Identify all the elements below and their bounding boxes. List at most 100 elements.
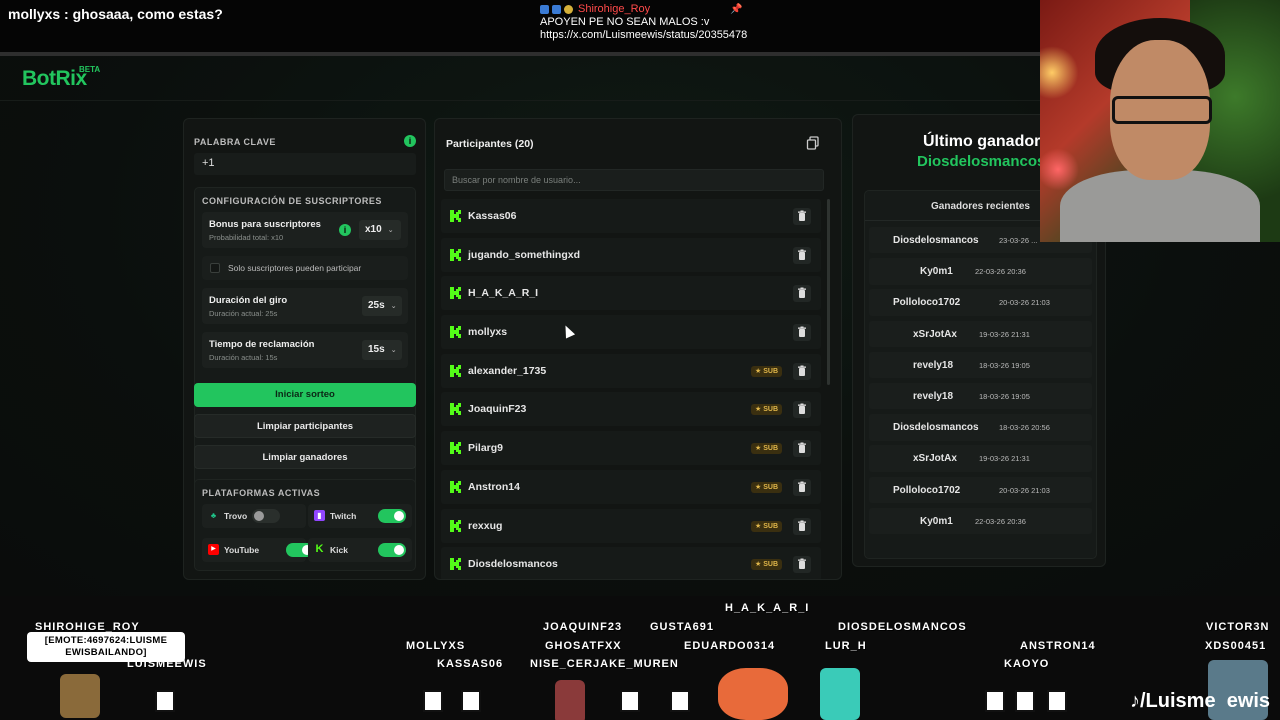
platform-label: Kick xyxy=(330,545,348,555)
spin-value: 25s xyxy=(368,300,385,311)
participant-row[interactable]: Diosdelosmancos ★ SUB xyxy=(441,547,821,579)
avatar-sprite xyxy=(718,668,788,720)
participant-row[interactable]: Kassas06 xyxy=(441,199,821,233)
winner-date: 18-03-26 20:56 xyxy=(999,423,1050,433)
tiktok-text: /Luisme ewis xyxy=(1140,690,1271,712)
participant-row[interactable]: H_A_K_A_R_I xyxy=(441,276,821,311)
winner-date: 19-03-26 21:31 xyxy=(979,329,1030,339)
winner-row: xSrJotAx 19-03-26 21:31 xyxy=(869,445,1092,472)
subs-only-checkbox[interactable] xyxy=(210,263,220,273)
bonus-select[interactable]: x10 ⌄ xyxy=(359,220,401,240)
participant-row[interactable]: mollyxs xyxy=(441,315,821,350)
recent-winners: Ganadores recientes Diosdelosmancos 23-03… xyxy=(864,190,1097,559)
kick-icon xyxy=(450,326,461,339)
participant-row[interactable]: jugando_somethingxd xyxy=(441,237,821,272)
trash-icon[interactable] xyxy=(793,556,811,574)
bonus-card: Bonus para suscriptores Probabilidad tot… xyxy=(202,212,408,248)
trash-icon[interactable] xyxy=(793,324,811,342)
overlay-viewer-name: GUSTA691 xyxy=(650,621,715,633)
trash-icon[interactable] xyxy=(793,285,811,303)
start-raffle-button[interactable]: Iniciar sorteo xyxy=(194,383,416,407)
trash-icon[interactable] xyxy=(793,440,811,458)
sub-badge: ★ SUB xyxy=(751,481,783,493)
winner-row: Polloloco1702 20-03-26 21:03 xyxy=(869,476,1092,503)
winner-name: revely18 xyxy=(913,359,954,371)
pinned-message: Shirohige_Roy APOYEN PE NO SEAN MALOS :v… xyxy=(540,3,747,42)
clear-participants-button[interactable]: Limpiar participantes xyxy=(194,414,416,438)
sub-badge: ★ SUB xyxy=(751,404,783,416)
kick-icon xyxy=(450,210,461,222)
raffle-settings-panel: PALABRA CLAVE i +1 CONFIGURACIÓN DE SUSC… xyxy=(183,118,426,580)
kick-toggle[interactable] xyxy=(378,543,406,557)
twitch-toggle[interactable] xyxy=(378,509,406,523)
copy-icon[interactable] xyxy=(805,135,821,151)
claim-select[interactable]: 15s ⌄ xyxy=(362,340,402,360)
spin-select[interactable]: 25s ⌄ xyxy=(362,296,402,316)
overlay-viewer-name: LUR_H xyxy=(825,640,867,652)
chevron-down-icon: ⌄ xyxy=(390,347,397,354)
winner-date: 20-03-26 21:03 xyxy=(999,298,1050,308)
trash-icon[interactable] xyxy=(793,478,811,496)
chat-message: mollyxs : ghosaaa, como estas? xyxy=(8,6,223,22)
participant-row[interactable]: Anstron14 ★ SUB xyxy=(441,469,821,504)
winner-name: Diosdelosmancos xyxy=(893,422,979,434)
winner-row: revely18 18-03-26 19:05 xyxy=(869,382,1092,410)
winner-date: 19-03-26 21:31 xyxy=(979,454,1030,464)
overlay-viewer-name: JOAQUINF23 xyxy=(543,621,623,633)
trash-icon[interactable] xyxy=(793,362,811,380)
participant-name: jugando_somethingxd xyxy=(468,248,581,261)
clear-winners-button[interactable]: Limpiar ganadores xyxy=(194,445,416,469)
info-icon[interactable]: i xyxy=(404,135,416,147)
trash-icon[interactable] xyxy=(793,246,811,264)
winner-list: Diosdelosmancos 23-03-26 ... Ky0m1 22-03-26… xyxy=(869,227,1092,539)
subs-only-row[interactable]: Solo suscriptores pueden participar xyxy=(202,256,408,280)
spin-title: Duración del giro xyxy=(209,295,288,306)
winner-name: xSrJotAx xyxy=(913,328,957,340)
platform-trovo: ♣ Trovo xyxy=(202,504,306,528)
winner-date: 18-03-26 19:05 xyxy=(979,360,1030,370)
kick-icon: K xyxy=(315,543,324,555)
participant-search-input[interactable]: Buscar por nombre de usuario... xyxy=(444,169,824,191)
trash-icon[interactable] xyxy=(793,517,811,535)
avatar-sprite xyxy=(1015,690,1035,712)
kick-icon xyxy=(450,519,461,532)
twitch-icon: ▮ xyxy=(314,510,325,521)
youtube-icon: ▶ xyxy=(208,544,219,555)
header-divider xyxy=(0,100,1040,101)
avatar-sprite xyxy=(1047,690,1067,712)
participant-name: Kassas06 xyxy=(468,210,517,222)
info-icon[interactable]: i xyxy=(339,224,351,236)
pinned-badge-icon xyxy=(564,5,573,14)
kick-icon xyxy=(450,403,461,416)
subs-only-label: Solo suscriptores pueden participar xyxy=(228,263,362,273)
avatar-sprite xyxy=(423,690,443,712)
participant-row[interactable]: Pilarg9 ★ SUB xyxy=(441,431,821,466)
trovo-icon: ♣ xyxy=(210,511,217,520)
claim-value: 15s xyxy=(368,344,385,355)
participant-name: Anstron14 xyxy=(468,480,520,493)
overlay-viewer-name: NISE_CERJAKE_MUREN xyxy=(530,658,679,670)
avatar-sprite xyxy=(461,690,481,712)
participant-row[interactable]: rexxug ★ SUB xyxy=(441,508,821,543)
winner-name: revely18 xyxy=(913,390,954,402)
scrollbar[interactable] xyxy=(827,199,830,385)
claim-subtitle: Duración actual: 15s xyxy=(209,353,278,362)
platform-kick: K Kick xyxy=(308,538,412,562)
botrix-logo[interactable]: BotRix BETA xyxy=(22,65,100,91)
participant-name: Diosdelosmancos xyxy=(468,558,558,571)
sub-badge: ★ SUB xyxy=(751,559,783,571)
overlay-viewer-name: KASSAS06 xyxy=(437,658,504,670)
last-winner-title: Último ganador: xyxy=(923,133,1046,150)
participant-row[interactable]: alexander_1735 ★ SUB xyxy=(441,353,821,388)
winner-date: 22-03-26 20:36 xyxy=(975,267,1026,277)
avatar-sprite xyxy=(820,668,860,720)
avatar-sprite xyxy=(670,690,690,712)
trash-icon[interactable] xyxy=(793,401,811,419)
trash-icon[interactable] xyxy=(793,208,811,225)
participant-row[interactable]: JoaquinF23 ★ SUB xyxy=(441,392,821,427)
winner-row: Polloloco1702 20-03-26 21:03 xyxy=(869,289,1092,316)
trovo-toggle[interactable] xyxy=(252,509,280,523)
bonus-value: x10 xyxy=(365,224,382,235)
winner-name: xSrJotAx xyxy=(913,453,957,465)
keyword-input[interactable]: +1 xyxy=(194,153,416,175)
